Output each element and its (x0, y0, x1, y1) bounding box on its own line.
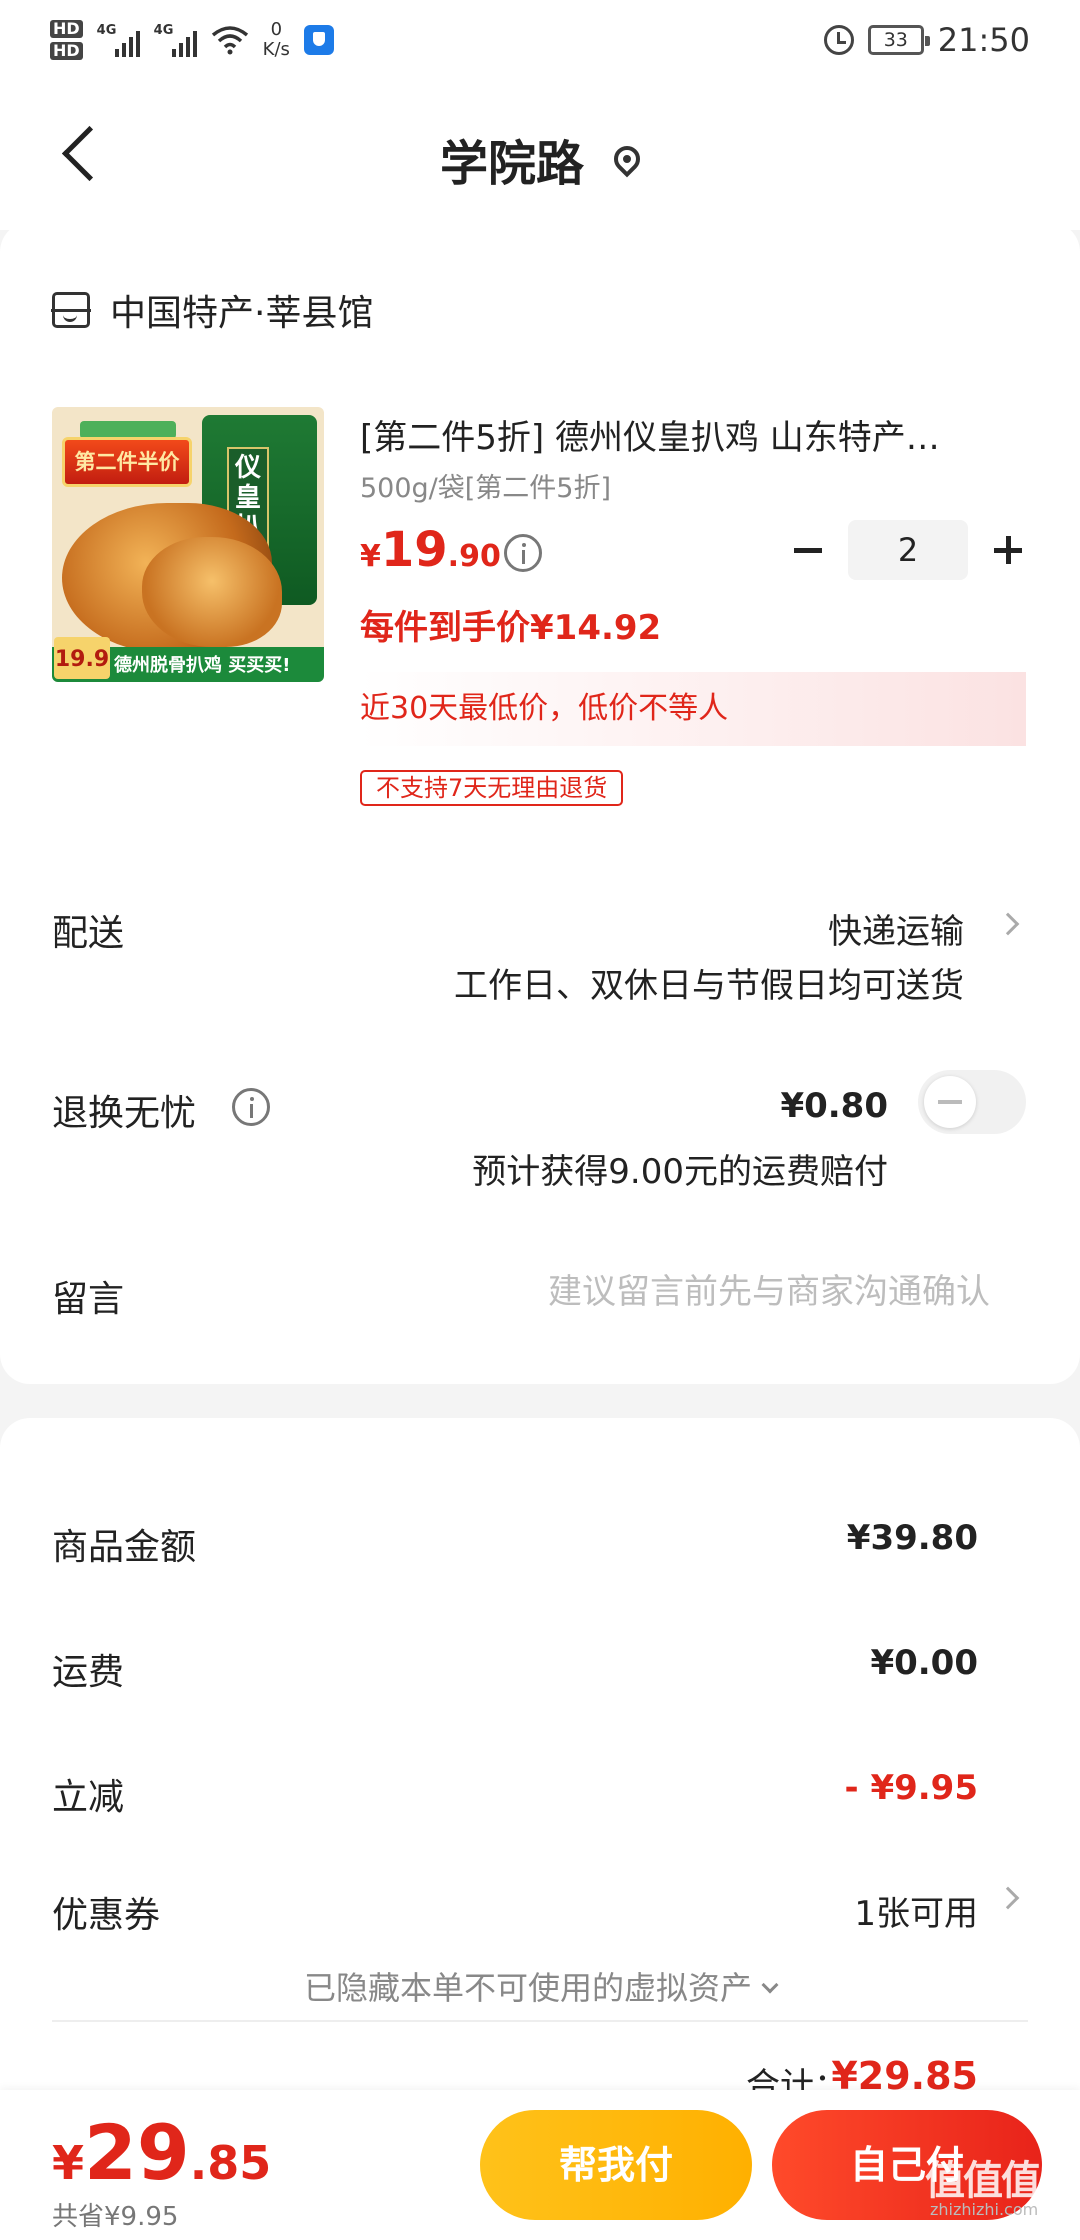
product-sku[interactable]: 500g/袋[第二件5折] (360, 466, 611, 505)
price-decimal: .90 (447, 539, 501, 574)
quantity-stepper: 2 (786, 520, 1030, 580)
shipping-value: ¥0.00 (870, 1643, 978, 1683)
hidden-assets-text[interactable]: 已隐藏本单不可使用的虚拟资产 (304, 1969, 752, 2007)
image-promo-price: 19.9 (54, 637, 110, 679)
shop-icon (51, 292, 91, 328)
worry-free-info-icon[interactable] (232, 1088, 270, 1126)
image-promo-text: 德州脱骨扒鸡 买买买! (114, 655, 291, 676)
payable-decimal: .85 (189, 2136, 272, 2190)
net-speed-unit: K/s (262, 39, 290, 60)
hd-badge-2: HD (50, 42, 83, 60)
signal-icon-1: 4G (97, 23, 140, 57)
decrease-button[interactable] (786, 521, 830, 579)
status-bar: HD HD 4G 4G 0 K/s 33 21:50 (0, 0, 1080, 80)
delivery-note: 工作日、双休日与节假日均可送货 (454, 966, 964, 1006)
goods-amount-value: ¥39.80 (846, 1518, 978, 1558)
signal-2-label: 4G (153, 23, 174, 38)
shop-row[interactable]: 中国特产·莘县馆 (51, 284, 373, 336)
quantity-value[interactable]: 2 (848, 520, 968, 580)
worry-free-note: 预计获得9.00元的运费赔付 (472, 1152, 888, 1192)
shop-name[interactable]: 中国特产·莘县馆 (110, 284, 373, 336)
delivery-method[interactable]: 快递运输 (828, 904, 964, 953)
goods-amount-label: 商品金额 (52, 1527, 197, 1568)
payable-currency: ¥ (52, 2136, 85, 2190)
coupon-value[interactable]: 1张可用 (854, 1886, 978, 1935)
net-speed-value: 0 (270, 19, 283, 40)
shipping-label: 运费 (52, 1652, 125, 1693)
wifi-icon (211, 26, 248, 55)
hidden-assets-toggle[interactable]: 已隐藏本单不可使用的虚拟资产 (0, 1963, 1080, 2009)
unit-price: ¥ 19 .90 (360, 522, 501, 578)
lowest-price-banner: 近30天最低价，低价不等人 (360, 672, 1026, 746)
product-food-2 (142, 537, 282, 647)
image-promo-badge: 第二件半价 (62, 437, 192, 487)
title-wrap[interactable]: 学院路 (0, 124, 1080, 194)
status-bar-right: 33 21:50 (823, 14, 1030, 66)
hd-badge-1: HD (50, 20, 83, 38)
status-bar-left: HD HD 4G 4G 0 K/s (50, 10, 334, 70)
message-input[interactable] (400, 1262, 990, 1322)
help-pay-button[interactable]: 帮我付 (480, 2110, 752, 2220)
delivery-chevron-icon[interactable] (996, 912, 1020, 936)
net-speed: 0 K/s (263, 20, 290, 60)
battery-level: 33 (883, 29, 908, 51)
increase-button[interactable] (986, 521, 1030, 579)
product-title[interactable]: [第二件5折] 德州仪皇扒鸡 山东特产… (360, 410, 1010, 459)
discount-label: 立减 (52, 1777, 125, 1818)
final-price: 每件到手价¥14.92 (360, 608, 662, 648)
worry-free-price: ¥0.80 (780, 1086, 888, 1126)
page-header: 学院路 (0, 80, 1080, 230)
saved-amount: 共省¥9.95 (52, 2202, 179, 2232)
payable-amount: ¥ 29 .85 (52, 2108, 271, 2197)
discount-value: - ¥9.95 (844, 1768, 979, 1808)
location-pin-icon[interactable] (608, 140, 646, 178)
payable-integer: 29 (84, 2108, 190, 2197)
battery-icon: 33 (867, 25, 930, 55)
message-label: 留言 (52, 1279, 125, 1320)
price-info-icon[interactable] (504, 534, 542, 572)
alarm-icon (823, 25, 854, 55)
price-integer: 19 (380, 522, 448, 578)
shield-icon (303, 25, 334, 55)
chevron-down-icon[interactable] (761, 1976, 779, 1994)
clock: 21:50 (937, 21, 1030, 59)
worry-free-label: 退换无忧 (52, 1093, 197, 1134)
order-card: 中国特产·莘县馆 仪皇扒鸡 第二件半价 19.9 德州脱骨扒鸡 买买买! [第二… (0, 222, 1080, 1384)
watermark-url: zhizhizhi.com (930, 2200, 1039, 2219)
price-currency: ¥ (360, 539, 381, 574)
coupon-chevron-icon[interactable] (996, 1886, 1020, 1910)
bottom-action-bar: ¥ 29 .85 共省¥9.95 帮我付 自己付 (0, 2090, 1080, 2240)
coupon-label[interactable]: 优惠券 (52, 1886, 160, 1938)
signal-1-label: 4G (96, 23, 117, 38)
no-return-tag: 不支持7天无理由退货 (360, 770, 624, 806)
lowest-price-text: 近30天最低价，低价不等人 (360, 691, 729, 726)
delivery-label: 配送 (52, 913, 125, 954)
divider (52, 2020, 1028, 2022)
page-title[interactable]: 学院路 (440, 124, 584, 194)
signal-icon-2: 4G (154, 23, 197, 57)
watermark-logo: 值值值 (925, 2158, 1041, 2204)
product-image[interactable]: 仪皇扒鸡 第二件半价 19.9 德州脱骨扒鸡 买买买! (52, 407, 324, 682)
hd-indicators: HD HD (50, 20, 83, 60)
worry-free-toggle[interactable] (918, 1070, 1026, 1134)
